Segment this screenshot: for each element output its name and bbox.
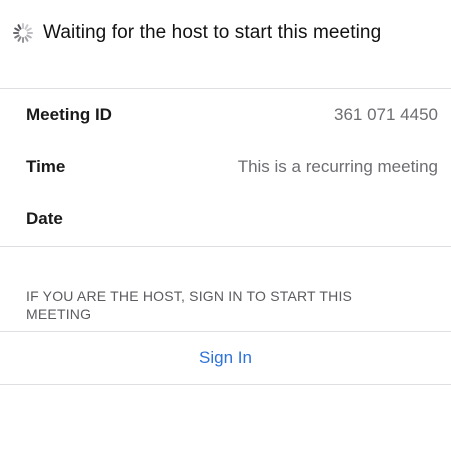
host-sign-in-notice: IF YOU ARE THE HOST, SIGN IN TO START TH… [26,288,353,322]
meeting-id-value: 361 071 4450 [334,105,438,124]
date-row: Date [0,193,451,245]
waiting-status: Waiting for the host to start this meeti… [12,22,381,44]
time-value: This is a recurring meeting [237,157,438,176]
date-label: Date [26,209,63,228]
meeting-id-label: Meeting ID [26,105,112,124]
waiting-room-screen: Waiting for the host to start this meeti… [0,0,451,452]
time-label: Time [26,157,66,176]
time-row: Time This is a recurring meeting [0,141,451,193]
sign-in-button[interactable]: Sign In [0,332,451,384]
waiting-header: Waiting for the host to start this meeti… [0,0,451,89]
waiting-title: Waiting for the host to start this meeti… [43,22,382,43]
meeting-details: Meeting ID 361 071 4450 Time This is a r… [0,89,451,247]
footer-area [0,385,451,452]
sign-in-section: Sign In [0,332,451,385]
loading-spinner-icon [13,23,33,43]
meeting-id-row: Meeting ID 361 071 4450 [0,89,451,141]
host-section: IF YOU ARE THE HOST, SIGN IN TO START TH… [0,247,451,332]
